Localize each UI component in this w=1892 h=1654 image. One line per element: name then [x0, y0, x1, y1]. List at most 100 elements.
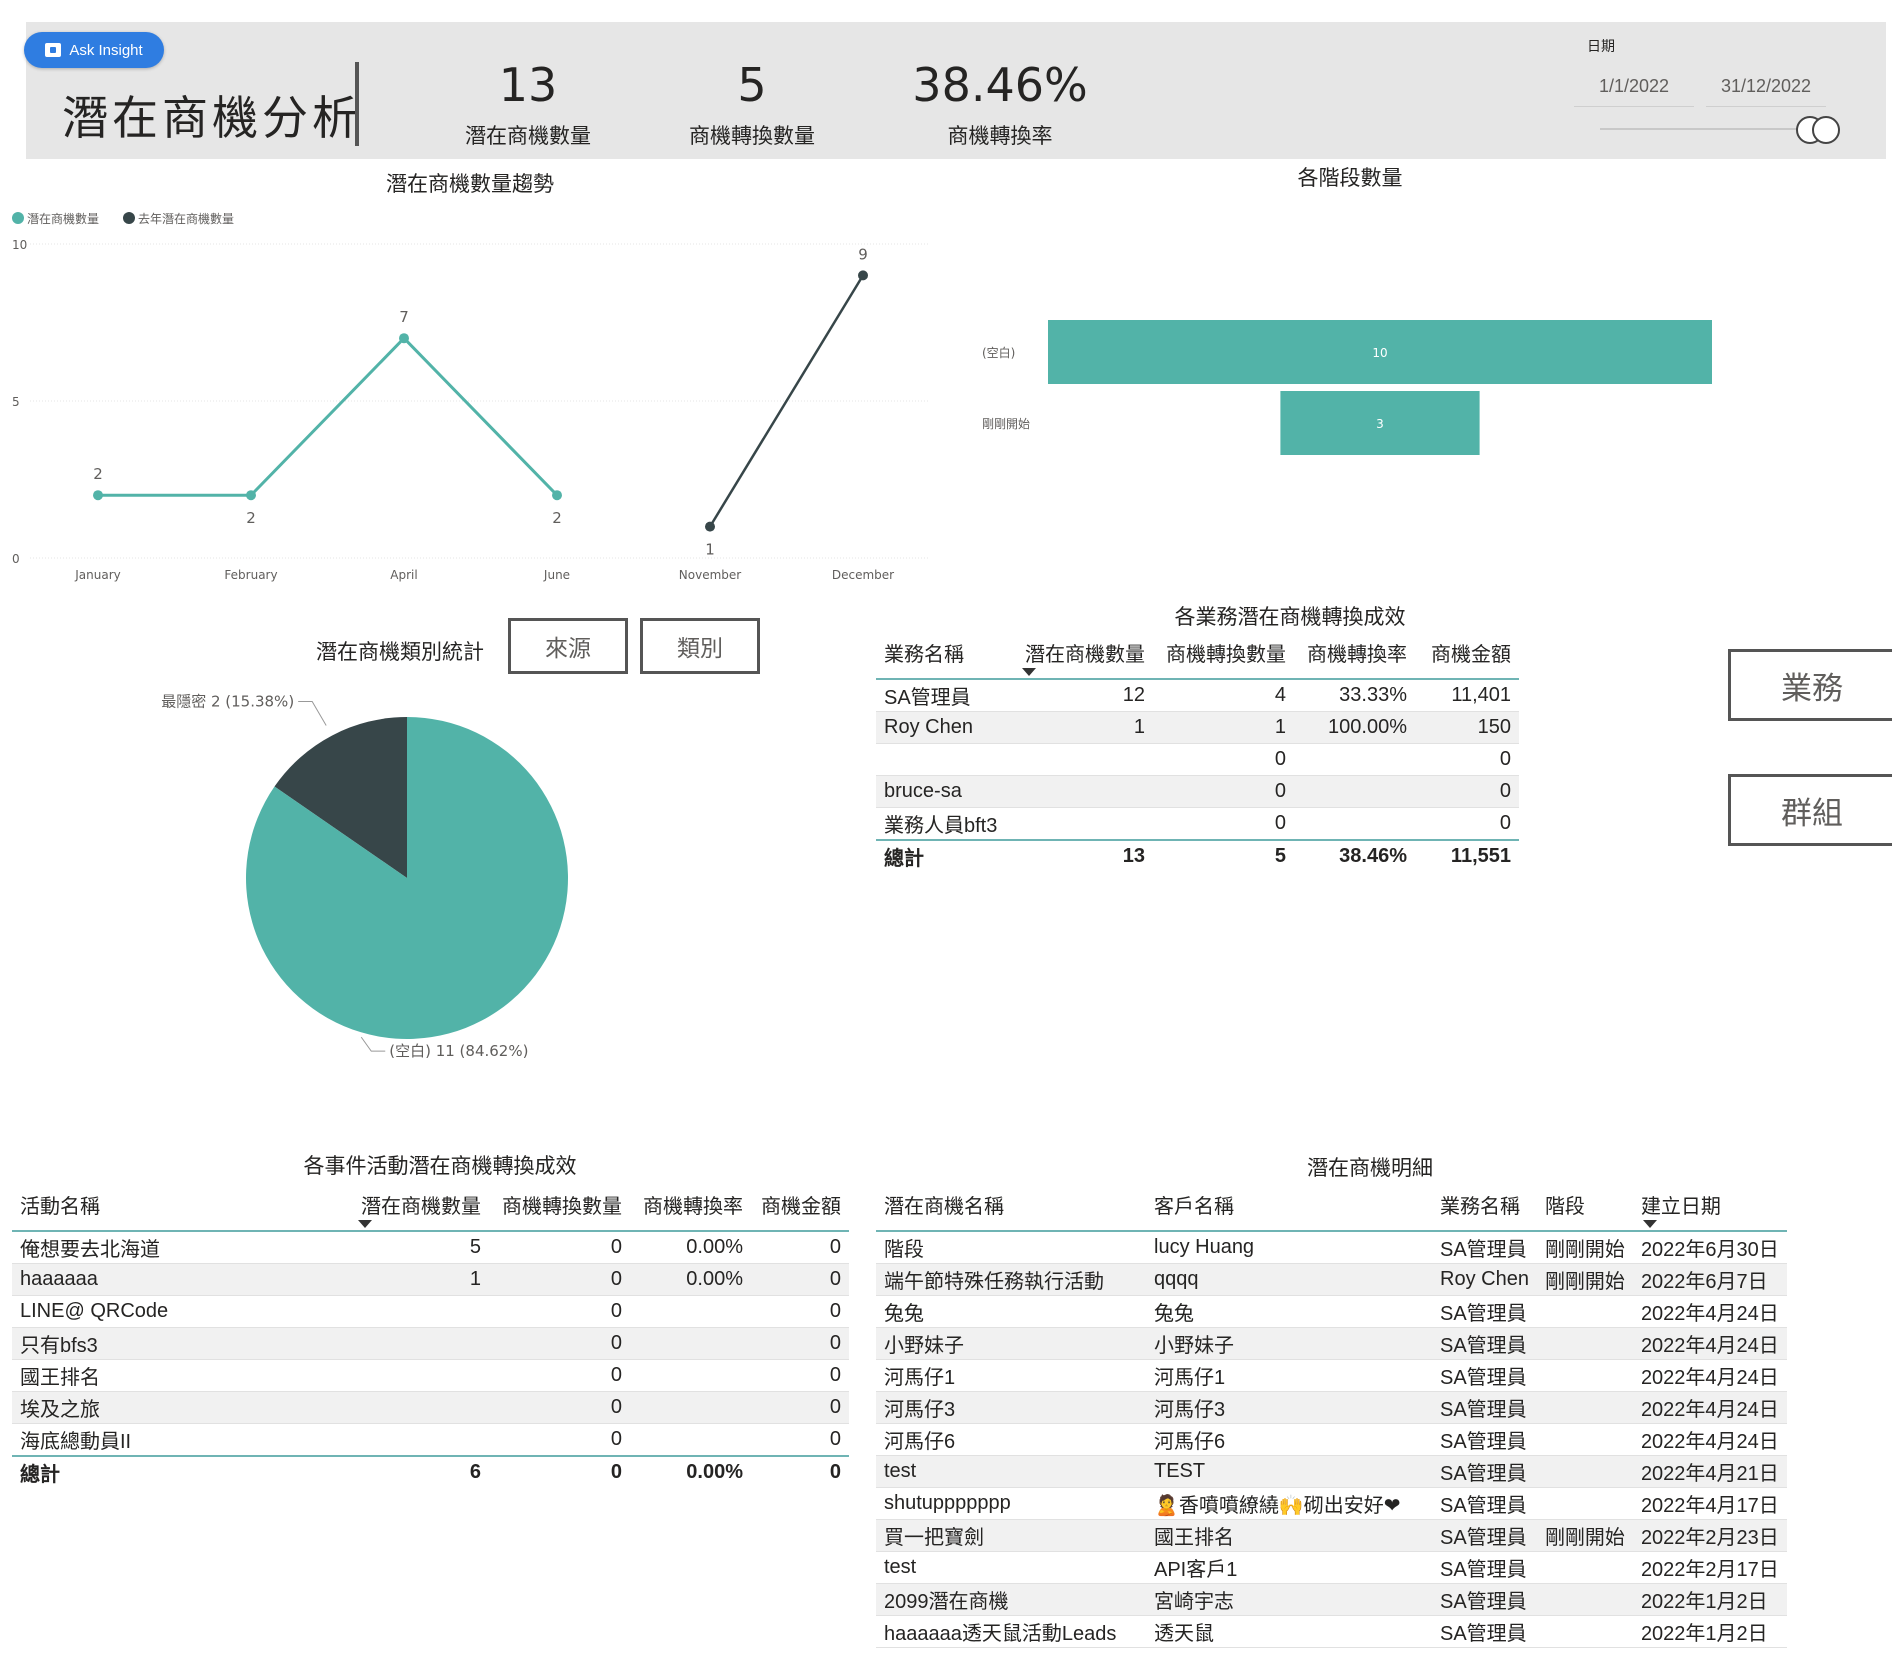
col-event-converted-count[interactable]: 商機轉換數量: [489, 1178, 630, 1232]
total-cell: 5: [1153, 839, 1294, 872]
legend-marker: [123, 212, 135, 224]
table-cell: 河馬仔6: [876, 1423, 1146, 1456]
table-cell: [1012, 807, 1153, 841]
kpi-converted-label: 商機轉換數量: [689, 125, 815, 148]
category-pie-title: 潛在商機類別統計: [316, 641, 484, 664]
table-cell: SA管理員: [1432, 1359, 1537, 1392]
detail-row[interactable]: test API客戶1 SA管理員 2022年2月17日: [876, 1551, 1787, 1584]
stage-chart-title: 各階段數量: [1297, 167, 1403, 190]
source-toggle-button[interactable]: 來源: [508, 618, 628, 674]
table-cell: [1012, 775, 1153, 808]
event-row[interactable]: 國王排名 0 0: [12, 1359, 849, 1392]
sales-table: 業務名稱 潛在商機數量 商機轉換數量 商機轉換率 商機金額 SA管理員 12 4 33…: [876, 626, 1519, 872]
kpi-rate-label: 商機轉換率: [947, 125, 1053, 148]
col-event-leads-count[interactable]: 潛在商機數量: [348, 1178, 489, 1232]
col-event-name[interactable]: 活動名稱: [12, 1178, 348, 1232]
date-start-input[interactable]: 1/1/2022: [1574, 66, 1694, 107]
sales-row[interactable]: 業務人員bft3 0 0: [876, 807, 1519, 841]
data-point[interactable]: [705, 521, 715, 532]
stage-category-label: (空白): [982, 345, 1015, 360]
detail-row[interactable]: 階段 lucy Huang SA管理員 剛剛開始 2022年6月30日: [876, 1231, 1787, 1264]
detail-row[interactable]: shutuppppppp 🙎香噴噴繚繞🙌砌出安好❤ SA管理員 2022年4月17日: [876, 1487, 1787, 1520]
sales-row[interactable]: bruce-sa 0 0: [876, 775, 1519, 808]
data-point[interactable]: [399, 333, 409, 344]
table-cell: 0: [1415, 775, 1519, 808]
detail-row[interactable]: 端午節特殊任務執行活動 qqqq Roy Chen 剛剛開始 2022年6月7日: [876, 1263, 1787, 1296]
sales-toggle-button[interactable]: 業務: [1728, 649, 1892, 721]
col-converted-count[interactable]: 商機轉換數量: [1153, 626, 1294, 680]
table-cell: 🙎香噴噴繚繞🙌砌出安好❤: [1146, 1487, 1432, 1520]
table-cell: SA管理員: [1432, 1391, 1537, 1424]
table-cell: 宮崎宇志: [1146, 1583, 1432, 1616]
trend-chart-title: 潛在商機數量趨勢: [386, 173, 554, 196]
detail-row[interactable]: 兔兔 兔兔 SA管理員 2022年4月24日: [876, 1295, 1787, 1328]
table-cell: SA管理員: [876, 679, 1012, 712]
table-cell: [348, 1295, 489, 1328]
ask-insight-button[interactable]: Ask Insight: [24, 32, 164, 68]
event-row[interactable]: 俺想要去北海道 5 0 0.00% 0: [12, 1231, 849, 1264]
data-label: 7: [399, 308, 409, 326]
col-customer-name[interactable]: 客戶名稱: [1146, 1178, 1432, 1232]
sales-row[interactable]: SA管理員 12 4 33.33% 11,401: [876, 679, 1519, 712]
x-tick-label: January: [74, 568, 121, 582]
date-slider-end-handle[interactable]: [1812, 116, 1840, 144]
event-row[interactable]: 只有bfs3 0 0: [12, 1327, 849, 1360]
detail-row[interactable]: 河馬仔1 河馬仔1 SA管理員 2022年4月24日: [876, 1359, 1787, 1392]
col-stage[interactable]: 階段: [1536, 1178, 1633, 1232]
sales-row[interactable]: 00: [876, 743, 1519, 776]
stage-bar-value: 10: [1372, 346, 1387, 360]
table-cell: SA管理員: [1432, 1583, 1537, 1616]
table-cell: haaaaaa: [12, 1263, 348, 1296]
table-cell: SA管理員: [1432, 1519, 1537, 1552]
col-conversion-rate[interactable]: 商機轉換率: [1294, 626, 1415, 680]
event-row[interactable]: 海底總動員II 0 0: [12, 1423, 849, 1457]
pie-slices: [246, 717, 568, 1039]
col-sales-name[interactable]: 業務名稱: [876, 626, 1012, 680]
col-event-conversion-rate[interactable]: 商機轉換率: [630, 1178, 751, 1232]
table-cell: 0: [751, 1327, 849, 1360]
data-point[interactable]: [93, 490, 103, 501]
table-cell: 0: [1153, 807, 1294, 841]
detail-row[interactable]: 2099潛在商機 宮崎宇志 SA管理員 2022年1月2日: [876, 1583, 1787, 1616]
table-cell: 兔兔: [1146, 1295, 1432, 1328]
table-cell: [876, 743, 1012, 776]
detail-row[interactable]: 買一把寶劍 國王排名 SA管理員 剛剛開始 2022年2月23日: [876, 1519, 1787, 1552]
legend-label[interactable]: 潛在商機數量: [27, 211, 99, 226]
data-point[interactable]: [246, 490, 256, 501]
col-created-date[interactable]: 建立日期: [1632, 1178, 1787, 1232]
legend-label[interactable]: 去年潛在商機數量: [138, 211, 234, 226]
detail-row[interactable]: test TEST SA管理員 2022年4月21日: [876, 1455, 1787, 1488]
page-title: 潛在商機分析: [62, 92, 362, 144]
detail-row[interactable]: 河馬仔6 河馬仔6 SA管理員 2022年4月24日: [876, 1423, 1787, 1456]
col-leads-count[interactable]: 潛在商機數量: [1012, 626, 1153, 680]
detail-row[interactable]: 河馬仔3 河馬仔3 SA管理員 2022年4月24日: [876, 1391, 1787, 1424]
data-point[interactable]: [552, 490, 562, 501]
table-cell: [1536, 1551, 1633, 1584]
detail-row[interactable]: 小野妹子 小野妹子 SA管理員 2022年4月24日: [876, 1327, 1787, 1360]
col-event-amount[interactable]: 商機金額: [751, 1178, 849, 1232]
sales-row[interactable]: Roy Chen 1 1 100.00% 150: [876, 711, 1519, 744]
col-amount[interactable]: 商機金額: [1415, 626, 1519, 680]
event-row[interactable]: haaaaaa 1 0 0.00% 0: [12, 1263, 849, 1296]
total-cell: 總計: [12, 1455, 348, 1488]
series-line: [98, 336, 559, 497]
group-toggle-button[interactable]: 群組: [1728, 774, 1892, 846]
detail-row[interactable]: haaaaaa透天鼠活動Leads 透天鼠 SA管理員 2022年1月2日: [876, 1615, 1787, 1648]
data-point[interactable]: [858, 270, 868, 281]
category-toggle-button[interactable]: 類別: [640, 618, 760, 674]
event-row[interactable]: 埃及之旅 0 0: [12, 1391, 849, 1424]
table-cell: 買一把寶劍: [876, 1519, 1146, 1552]
event-row[interactable]: LINE@ QRCode 0 0: [12, 1295, 849, 1328]
chat-insight-icon: [45, 43, 62, 57]
table-cell: 河馬仔3: [1146, 1391, 1432, 1424]
table-cell: 兔兔: [876, 1295, 1146, 1328]
table-cell: 1: [1012, 711, 1153, 744]
col-detail-sales-name[interactable]: 業務名稱: [1432, 1178, 1537, 1232]
col-lead-name[interactable]: 潛在商機名稱: [876, 1178, 1146, 1232]
table-cell: [1294, 743, 1415, 776]
date-end-input[interactable]: 31/12/2022: [1706, 66, 1826, 107]
table-cell: 1: [348, 1263, 489, 1296]
table-cell: [1536, 1327, 1633, 1360]
table-cell: SA管理員: [1432, 1615, 1537, 1648]
table-cell: SA管理員: [1432, 1551, 1537, 1584]
